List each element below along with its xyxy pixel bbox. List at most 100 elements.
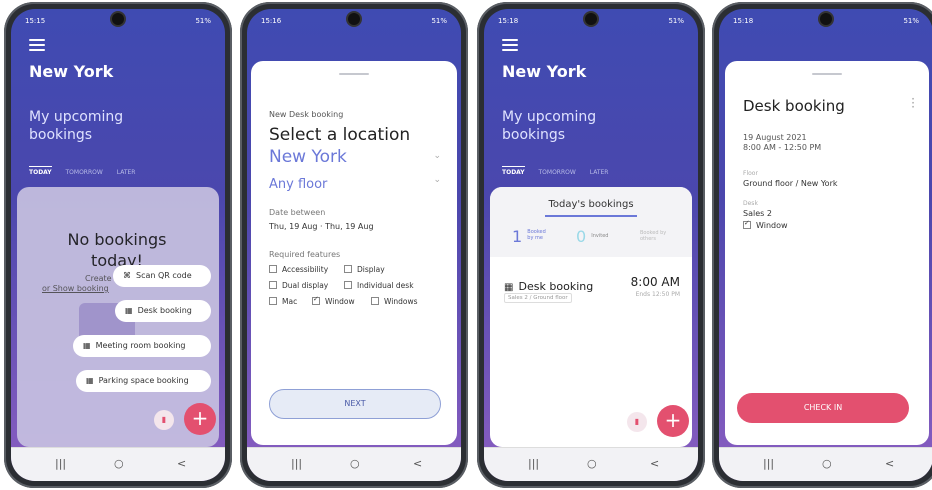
recent-apps-button[interactable]: ||| [763,457,774,470]
date-range-field[interactable]: Thu, 19 Aug · Thu, 19 Aug [269,222,374,231]
chevron-down-icon: ⌄ [433,151,441,161]
sheet-handle[interactable] [339,73,369,75]
show-booking-link[interactable]: or Show booking [42,284,109,293]
city-title: New York [29,62,114,81]
camera-icon [585,13,597,25]
recent-apps-button[interactable]: ||| [55,457,66,470]
city-title: New York [502,62,587,81]
home-button[interactable]: ○ [587,457,597,470]
next-button[interactable]: NEXT [269,389,441,419]
recent-apps-button[interactable]: ||| [528,457,539,470]
grid-icon: ▦ [86,376,94,385]
status-battery: 51% [195,17,211,25]
home-button[interactable]: ○ [114,457,124,470]
recent-apps-button[interactable]: ||| [291,457,302,470]
sheet-title: Select a location [269,125,411,145]
feature-windows[interactable]: Windows [371,297,417,306]
android-nav-bar: ||| ○ < [11,447,225,481]
feature-dual-display[interactable]: Dual display [269,281,328,290]
checkbox[interactable] [269,281,277,289]
floor-select[interactable]: Any floor ⌄ [269,173,441,192]
status-time: 15:18 [733,17,754,25]
camera-icon [112,13,124,25]
back-button[interactable]: < [885,457,894,470]
desk-label: Desk [743,200,758,207]
more-options-icon[interactable]: · · · [911,93,915,113]
status-time: 15:16 [261,17,282,25]
menu-parking-booking[interactable]: ▦ Parking space booking [76,370,211,392]
title-underline [545,215,637,217]
menu-scan-qr[interactable]: ⌘ Scan QR code [113,265,211,287]
camera-icon [348,13,360,25]
phone-3: 15:18 51% New York My upcoming bookings … [477,2,705,488]
invited-stat[interactable]: 0 Invited [576,227,608,246]
checkbox[interactable] [344,265,352,273]
camera-icon [820,13,832,25]
back-button[interactable]: < [177,457,186,470]
phone-1: 15:15 51% New York My upcoming bookings … [4,2,232,488]
checkbox[interactable] [344,281,352,289]
booking-row[interactable]: ▦ Desk booking 8:00 AM Sales 2 / Ground … [504,275,680,309]
booking-time: 8:00 AM [630,275,680,289]
screen-home-menu: 15:15 51% New York My upcoming bookings … [11,9,225,481]
hamburger-menu-icon[interactable] [29,39,45,54]
hamburger-menu-icon[interactable] [502,39,518,54]
invited-label: Invited [591,233,609,239]
home-button[interactable]: ○ [822,457,832,470]
feature-label: Windows [384,297,418,306]
home-button[interactable]: ○ [350,457,360,470]
tab-today[interactable]: TODAY [29,166,52,176]
booked-by-me-count: 1 [512,227,523,246]
door-icon-button[interactable]: ▮ [627,412,647,432]
add-booking-button[interactable]: + [184,403,216,435]
feature-label: Individual desk [357,281,414,290]
chevron-down-icon: ⌄ [433,175,441,185]
tab-tomorrow[interactable]: TOMORROW [539,169,576,176]
booking-title: Desk booking [518,280,594,293]
sheet-handle[interactable] [812,73,842,75]
status-battery: 51% [903,17,919,25]
door-icon-button[interactable]: ▮ [154,410,174,430]
back-button[interactable]: < [650,457,659,470]
feature-mac[interactable]: Mac [269,297,297,306]
menu-parking-label: Parking space booking [98,376,189,385]
checkbox[interactable] [371,297,379,305]
menu-desk-booking[interactable]: ▦ Desk booking [115,300,211,322]
checkbox-checked [743,219,751,229]
screen-select-location: 15:16 51% New Desk booking Select a loca… [247,9,461,481]
detail-sheet: Desk booking · · · 19 August 2021 8:00 AM … [725,61,929,445]
tab-today[interactable]: TODAY [502,166,525,176]
menu-meeting-room-booking[interactable]: ▦ Meeting room booking [73,335,211,357]
add-booking-button[interactable]: + [657,405,689,437]
checkbox-checked[interactable] [312,295,320,305]
feature-individual-desk[interactable]: Individual desk [344,281,414,290]
booked-by-me-stat[interactable]: 1 Booked by me [512,227,553,246]
back-button[interactable]: < [413,457,422,470]
booked-by-others-stat[interactable]: Booked by others [640,230,676,242]
menu-meeting-label: Meeting room booking [95,341,186,350]
menu-desk-label: Desk booking [137,306,192,315]
feature-accessibility[interactable]: Accessibility [269,265,328,274]
features-label: Required features [269,250,341,259]
feature-display[interactable]: Display [344,265,385,274]
tab-tomorrow[interactable]: TOMORROW [66,169,103,176]
checkbox[interactable] [269,297,277,305]
booking-location-badge: Sales 2 / Ground floor [504,293,572,303]
grid-icon: ▦ [83,341,91,350]
android-nav-bar: ||| ○ < [247,447,461,481]
booking-sheet: New Desk booking Select a location New Y… [251,61,457,445]
city-select[interactable]: New York ⌄ [269,147,441,167]
feature-window[interactable]: Window [312,295,355,306]
upcoming-heading: My upcoming bookings [29,109,124,143]
tab-later[interactable]: LATER [117,169,136,176]
city-select-value: New York [269,147,347,167]
screen-booking-detail: 15:18 51% Desk booking · · · 19 August 202… [719,9,932,481]
checkbox[interactable] [269,265,277,273]
tab-bar: TODAY TOMORROW LATER [502,166,620,176]
tab-later[interactable]: LATER [590,169,609,176]
desk-value: Sales 2 [743,209,772,218]
status-time: 15:18 [498,17,519,25]
check-in-button[interactable]: CHECK IN [737,393,909,423]
phone-4: 15:18 51% Desk booking · · · 19 August 202… [712,2,932,488]
desk-grid-icon: ▦ [504,282,514,293]
